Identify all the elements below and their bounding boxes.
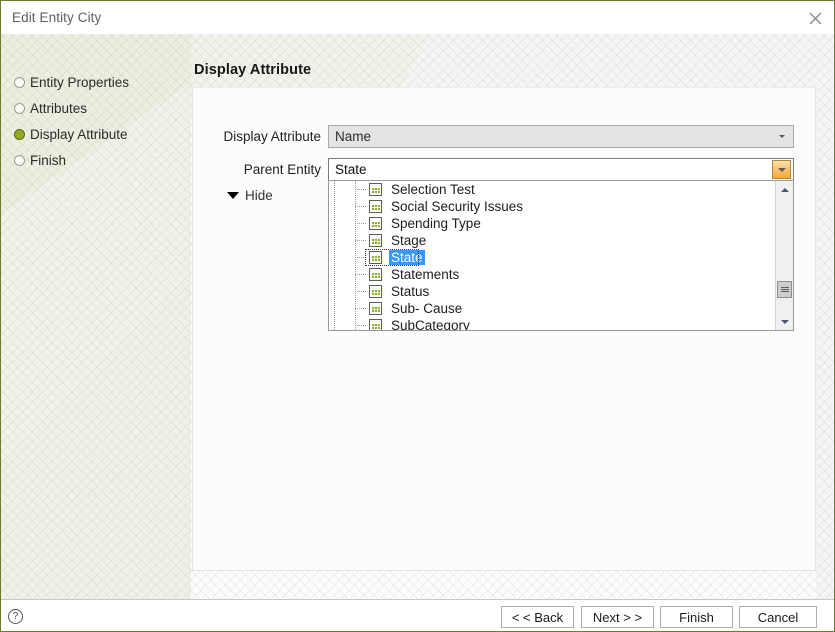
triangle-down-icon (227, 192, 239, 199)
sidebar-item-label: Entity Properties (30, 74, 130, 90)
entity-table-icon (369, 302, 382, 315)
back-button[interactable]: < < Back (501, 606, 574, 628)
page-title: Display Attribute (194, 62, 312, 78)
display-attribute-combobox[interactable]: Name (328, 125, 794, 148)
sidebar-item-display-attribute[interactable]: Display Attribute (14, 125, 128, 143)
tree-elbow-icon (355, 206, 367, 207)
dropdown-item-label: Spending Type (391, 216, 481, 231)
window-title: Edit Entity City (12, 10, 102, 25)
display-attribute-value: Name (335, 129, 372, 144)
entity-table-icon (369, 285, 382, 298)
chevron-down-icon (771, 126, 793, 147)
dropdown-item-label: Selection Test (391, 182, 475, 197)
dropdown-item[interactable]: Selection Test (329, 181, 775, 198)
close-icon[interactable] (800, 5, 830, 31)
next-button[interactable]: Next > > (581, 606, 654, 628)
parent-entity-combobox[interactable]: State (328, 158, 794, 181)
sidebar-item-label: Display Attribute (30, 126, 128, 142)
tree-elbow-icon (355, 240, 367, 241)
scroll-down-arrow-icon[interactable] (776, 313, 793, 330)
dialog-footer: ? < < Back Next > > Finish Cancel (1, 599, 834, 631)
dropdown-item[interactable]: Stage (329, 232, 775, 249)
tree-elbow-icon (355, 189, 367, 190)
step-radio-icon (14, 154, 25, 166)
wizard-steps-sidebar: Entity Properties Attributes Display Att… (1, 34, 191, 599)
dropdown-item[interactable]: Sub- Cause (329, 300, 775, 317)
tree-elbow-icon (355, 325, 367, 326)
dropdown-item[interactable]: Social Security Issues (329, 198, 775, 215)
dropdown-items: Selection Test Social Security Issues Spen… (329, 181, 775, 330)
parent-entity-dropdown-button[interactable] (772, 160, 791, 179)
entity-table-icon (369, 319, 382, 330)
dropdown-item[interactable]: SubCategory (329, 317, 775, 330)
edit-entity-dialog: Edit Entity City Entity Properties Attri… (0, 0, 835, 632)
parent-entity-dropdown-list[interactable]: Selection Test Social Security Issues Spen… (328, 180, 794, 331)
tree-elbow-icon (355, 308, 367, 309)
dropdown-item[interactable]: Spending Type (329, 215, 775, 232)
dropdown-scrollbar[interactable] (775, 181, 793, 330)
dropdown-item-label: Social Security Issues (391, 199, 524, 214)
sidebar-item-attributes[interactable]: Attributes (14, 99, 87, 117)
help-icon[interactable]: ? (8, 609, 23, 624)
dropdown-item-label: State (389, 250, 425, 265)
dropdown-item[interactable]: Status (329, 283, 775, 300)
scroll-up-arrow-icon[interactable] (776, 181, 793, 198)
entity-table-icon (369, 183, 382, 196)
entity-table-icon (369, 217, 382, 230)
step-radio-icon (14, 76, 25, 88)
sidebar-item-label: Finish (30, 152, 67, 168)
chevron-down-icon (777, 167, 786, 172)
step-radio-icon (14, 102, 25, 114)
parent-entity-value: State (335, 162, 367, 177)
finish-button[interactable]: Finish (660, 606, 733, 628)
tree-elbow-icon (355, 257, 367, 258)
sidebar-item-entity-properties[interactable]: Entity Properties (14, 73, 129, 91)
cancel-button[interactable]: Cancel (739, 606, 817, 628)
entity-table-icon (369, 251, 382, 264)
entity-table-icon (369, 268, 382, 281)
dropdown-item-label: Stage (391, 233, 427, 248)
tree-elbow-icon (355, 291, 367, 292)
parent-entity-label: Parent Entity (243, 162, 321, 177)
dropdown-item-label: Sub- Cause (391, 301, 463, 316)
tree-elbow-icon (355, 223, 367, 224)
step-radio-icon-active (14, 128, 25, 140)
dropdown-item-label: Status (391, 284, 430, 299)
hide-toggle-label: Hide (245, 188, 273, 203)
scrollbar-thumb[interactable] (777, 281, 792, 298)
dropdown-item-label: Statements (391, 267, 460, 282)
dropdown-item[interactable]: Statements (329, 266, 775, 283)
dropdown-item[interactable]: State (329, 249, 775, 266)
entity-table-icon (369, 200, 382, 213)
sidebar-item-label: Attributes (30, 100, 88, 116)
dropdown-item-label: SubCategory (391, 318, 470, 330)
display-attribute-label: Display Attribute (223, 129, 321, 144)
entity-table-icon (369, 234, 382, 247)
hide-toggle[interactable]: Hide (227, 188, 273, 203)
tree-elbow-icon (355, 274, 367, 275)
title-bar: Edit Entity City (1, 1, 834, 34)
sidebar-item-finish[interactable]: Finish (14, 151, 66, 169)
